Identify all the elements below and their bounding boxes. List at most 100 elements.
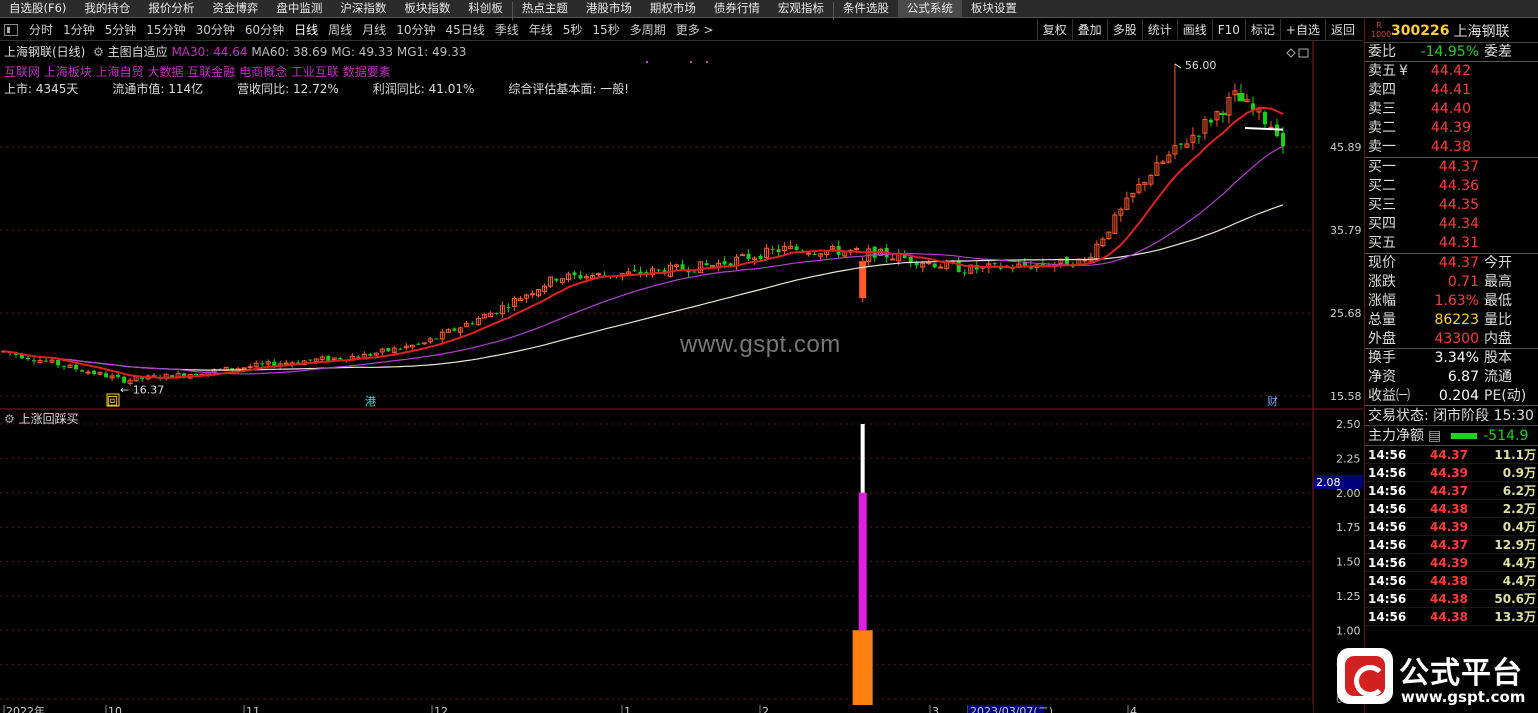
weibi-row: 委比 -14.95% 委差 <box>1365 43 1538 62</box>
tick-list[interactable]: 14:56 44.37 11.1万 14:56 44.39 0.9万 14:56 44.37 6… <box>1365 446 1538 626</box>
stat-label: 总量 <box>1368 312 1396 328</box>
menu-item-3[interactable]: 资金博弈 <box>203 0 267 18</box>
period-tab-16[interactable]: 更多 > <box>671 21 719 38</box>
date-label: 2023/03/07(二) <box>970 705 1053 713</box>
menu-item-0[interactable]: 自选股(F6) <box>0 0 75 18</box>
candle-body <box>1219 112 1227 115</box>
marker-mark_cai: 财 <box>1267 394 1278 408</box>
date-label: 2 <box>762 705 769 713</box>
main-chart-label[interactable]: 主图自适应 <box>108 45 168 59</box>
bid-row: 买二 44.36 <box>1365 177 1538 196</box>
menu-item-7[interactable]: 科创板 <box>459 0 512 18</box>
tool-button-8[interactable]: 返回 <box>1324 19 1360 41</box>
period-tab-7[interactable]: 周线 <box>323 21 357 38</box>
menu-item-5[interactable]: 沪深指数 <box>331 0 395 18</box>
period-tab-3[interactable]: 15分钟 <box>141 21 190 38</box>
settings-icon[interactable]: ⚙ <box>89 45 104 59</box>
chart-header: 上海钢联(日线) ⚙ 主图自适应 MA30: 44.64 MA60: 38.69… <box>4 43 466 60</box>
menu-item-9[interactable]: 港股市场 <box>577 0 641 18</box>
period-tab-5[interactable]: 60分钟 <box>240 21 289 38</box>
candle-body <box>1262 111 1267 125</box>
date-label: 10 <box>108 705 122 713</box>
fundamental-2: 营收同比: 12.72% <box>237 82 339 96</box>
ask-row: 卖四 44.41 <box>1365 81 1538 100</box>
low-label: ← 16.37 <box>120 384 164 397</box>
period-tab-11[interactable]: 季线 <box>490 21 524 38</box>
period-tab-4[interactable]: 30分钟 <box>191 21 240 38</box>
period-tab-14[interactable]: 15秒 <box>587 21 624 38</box>
period-tab-1[interactable]: 1分钟 <box>58 21 100 38</box>
tool-button-0[interactable]: 复权 <box>1036 19 1072 41</box>
panel-toggle-icon[interactable] <box>4 23 18 36</box>
tick-time: 14:56 <box>1368 610 1407 624</box>
indicator-name[interactable]: 上涨回踩买 <box>19 412 79 426</box>
menu-item-13[interactable]: 条件选股 <box>834 0 898 18</box>
tick-time: 14:56 <box>1368 448 1407 462</box>
stat-right-label: 股本 <box>1484 350 1512 366</box>
candle-body <box>104 373 109 378</box>
candle-body <box>85 371 91 374</box>
ask-row: 卖一 44.38 <box>1365 138 1538 157</box>
candle-body <box>932 263 937 268</box>
period-tab-10[interactable]: 45日线 <box>440 21 489 38</box>
stat-label: 涨幅 <box>1368 293 1396 309</box>
period-tab-13[interactable]: 5秒 <box>558 21 588 38</box>
tool-button-6[interactable]: 标记 <box>1244 19 1280 41</box>
indicator-bar-white <box>860 424 865 493</box>
period-tab-0[interactable]: 分时 <box>24 21 58 38</box>
period-tab-9[interactable]: 10分钟 <box>391 21 440 38</box>
menu-item-15[interactable]: 板块设置 <box>962 0 1026 18</box>
tool-button-4[interactable]: 画线 <box>1176 19 1212 41</box>
tool-button-1[interactable]: 叠加 <box>1071 19 1107 41</box>
tool-button-5[interactable]: F10 <box>1211 19 1245 41</box>
menu-item-12[interactable]: 宏观指标 <box>769 0 833 18</box>
candle-body <box>247 366 253 369</box>
ask-price: 44.40 <box>1430 101 1471 117</box>
period-tab-12[interactable]: 年线 <box>524 21 558 38</box>
candle-body <box>260 363 265 365</box>
menu-item-14[interactable]: 公式系统 <box>897 0 962 18</box>
tool-button-7[interactable]: +自选 <box>1279 19 1325 41</box>
period-tab-2[interactable]: 5分钟 <box>100 21 142 38</box>
stat-value: 86223 <box>1434 312 1479 328</box>
marker-dot <box>690 61 692 63</box>
period-tab-6[interactable]: 日线 <box>289 21 323 38</box>
menu-item-1[interactable]: 我的持仓 <box>75 0 139 18</box>
candle-body <box>1281 132 1285 147</box>
indicator-axis-label: 2.25 <box>1336 452 1361 465</box>
menu-item-8[interactable]: 热点主题 <box>513 0 577 18</box>
menu-item-2[interactable]: 报价分析 <box>139 0 203 18</box>
period-tab-15[interactable]: 多周期 <box>625 21 671 38</box>
tool-button-2[interactable]: 多股 <box>1106 19 1142 41</box>
candle-body <box>758 255 763 260</box>
bid-list: 买一 44.37 买二 44.36 买三 44.35 买四 44.34 买五 44.31 <box>1365 158 1538 254</box>
tool-button-3[interactable]: 统计 <box>1141 19 1177 41</box>
marker-dot <box>706 61 708 63</box>
price-axis-label: 25.68 <box>1330 307 1362 320</box>
tick-price: 44.38 <box>1430 574 1468 588</box>
candle-body <box>421 342 427 345</box>
candle-body <box>194 373 199 376</box>
tick-volume: 13.3万 <box>1494 610 1536 624</box>
candle-body <box>992 263 997 265</box>
weibi-label: 委比 <box>1368 44 1396 60</box>
ask-price: 44.42 <box>1430 63 1471 79</box>
candle-body <box>529 293 535 296</box>
price-axis-label: 15.58 <box>1330 390 1362 403</box>
main-flow-label: 主力净额 <box>1368 428 1424 444</box>
top-menu-bar: 自选股(F6) 我的持仓 报价分析 资金博弈 盘中监测 沪深指数 板块指数 科创板 热点主题 港股… <box>0 0 1538 20</box>
menu-item-11[interactable]: 债券行情 <box>705 0 769 18</box>
tick-row: 14:56 44.38 50.6万 <box>1365 590 1538 608</box>
menu-item-6[interactable]: 板块指数 <box>395 0 459 18</box>
menu-item-4[interactable]: 盘中监测 <box>267 0 331 18</box>
candle-body <box>308 359 313 361</box>
period-tab-8[interactable]: 月线 <box>357 21 391 38</box>
concept-tags[interactable]: 互联网 上海板块 上海自贸 大数据 互联金融 电商概念 工业互联 数据要素 <box>4 63 391 80</box>
indicator-settings-icon[interactable]: ⚙ <box>4 412 15 426</box>
stock-name: 上海钢联 <box>1453 23 1510 40</box>
candle-body <box>1196 135 1201 137</box>
menu-item-10[interactable]: 期权市场 <box>641 0 705 18</box>
stat-row: 净资 6.87 流通 <box>1365 368 1538 387</box>
kline-chart[interactable]: 45.8935.7925.6815.582.502.252.001.751.50… <box>0 41 1363 713</box>
tick-row: 14:56 44.37 11.1万 <box>1365 446 1538 464</box>
